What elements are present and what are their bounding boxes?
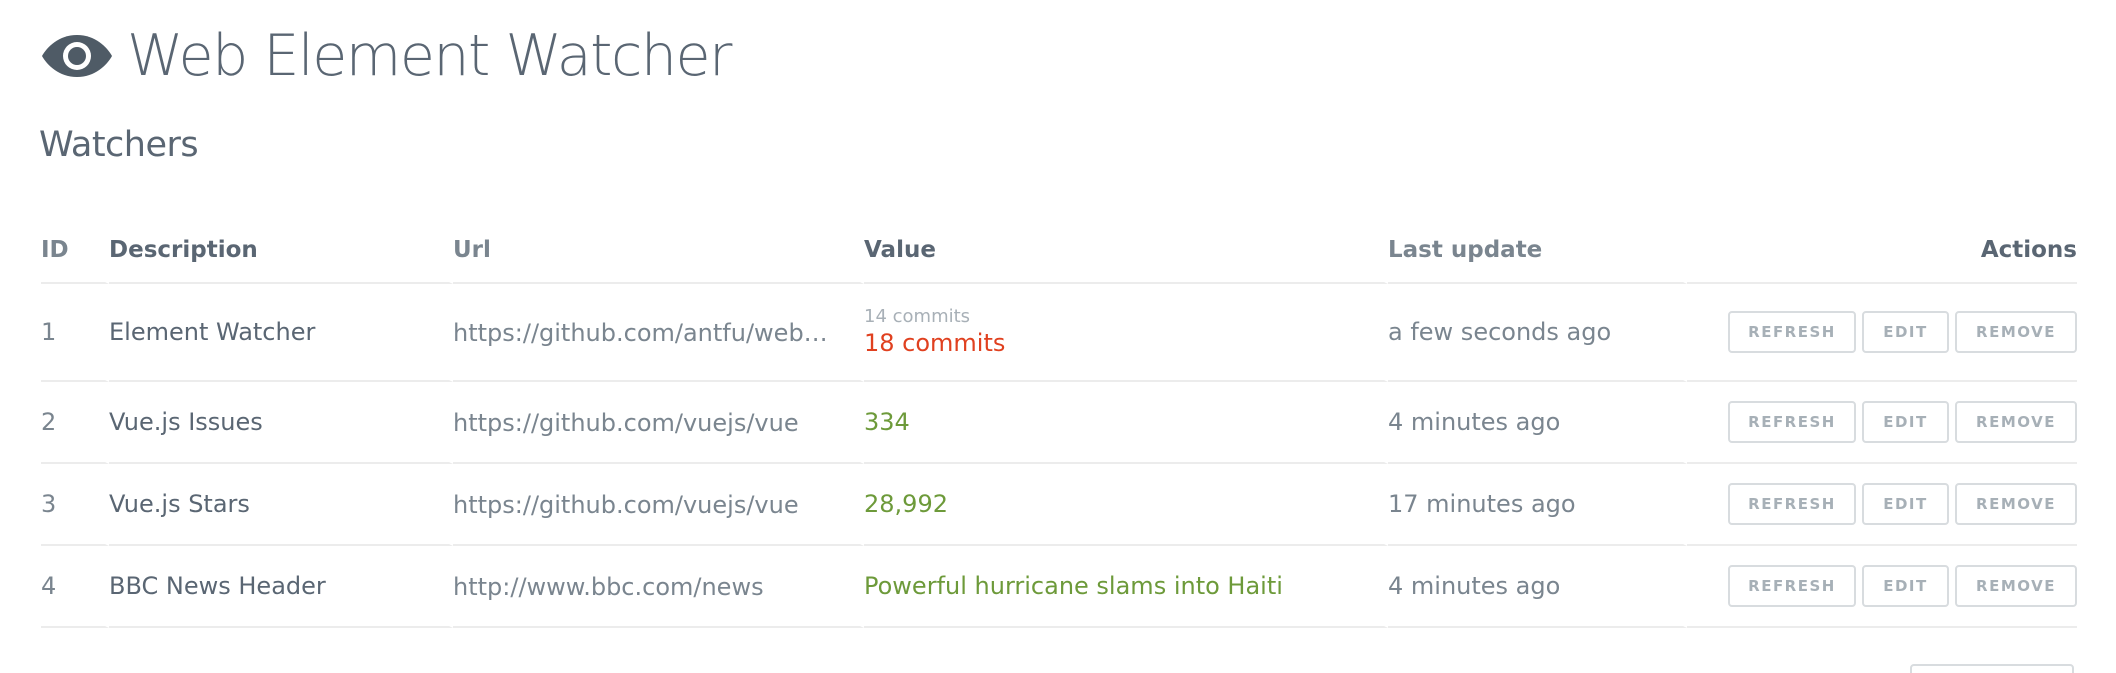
header-actions: Actions: [1687, 218, 2077, 284]
row-value-cell: Powerful hurricane slams into Haiti: [864, 546, 1388, 628]
row-url-cell: https://github.com/vuejs/vue: [453, 382, 864, 464]
table-row: 4 BBC News Header http://www.bbc.com/new…: [41, 546, 2077, 628]
edit-button[interactable]: EDIT: [1862, 483, 1949, 525]
row-value: Powerful hurricane slams into Haiti: [864, 572, 1283, 600]
page: Web Element Watcher Watchers ID Descript…: [0, 0, 2116, 673]
header-value: Value: [864, 218, 1388, 284]
row-description: Vue.js Stars: [109, 490, 250, 518]
header-description: Description: [109, 218, 453, 284]
remove-button[interactable]: REMOVE: [1955, 401, 2077, 443]
header-url: Url: [453, 218, 864, 284]
row-id: 1: [41, 284, 109, 382]
watchers-table: ID Description Url Value Last update Act…: [41, 218, 2077, 628]
row-description-cell: Element Watcher: [109, 284, 453, 382]
row-url-cell: https://github.com/antfu/web-element-wat…: [453, 284, 864, 382]
row-old-value: 14 commits: [864, 306, 971, 327]
edit-button[interactable]: EDIT: [1862, 565, 1949, 607]
table-row: 2 Vue.js Issues https://github.com/vuejs…: [41, 382, 2077, 464]
row-actions: REFRESH EDIT REMOVE: [1687, 284, 2077, 382]
table-row: 3 Vue.js Stars https://github.com/vuejs/…: [41, 464, 2077, 546]
eye-icon: [42, 35, 112, 77]
remove-button[interactable]: REMOVE: [1955, 483, 2077, 525]
app-header: Web Element Watcher: [41, 18, 732, 94]
row-description-cell: BBC News Header: [109, 546, 453, 628]
refresh-button[interactable]: REFRESH: [1728, 483, 1856, 525]
row-new-value: 18 commits: [864, 329, 1006, 357]
row-actions: REFRESH EDIT REMOVE: [1687, 382, 2077, 464]
row-id: 4: [41, 546, 109, 628]
row-value-cell: 334: [864, 382, 1388, 464]
header-id: ID: [41, 218, 109, 284]
row-url: https://github.com/vuejs/vue: [453, 490, 799, 519]
row-last-update: 17 minutes ago: [1388, 464, 1687, 546]
edit-button[interactable]: EDIT: [1862, 311, 1949, 353]
table-row: 1 Element Watcher https://github.com/ant…: [41, 284, 2077, 382]
row-url: http://www.bbc.com/news: [453, 572, 764, 601]
edit-button[interactable]: EDIT: [1862, 401, 1949, 443]
row-actions: REFRESH EDIT REMOVE: [1687, 546, 2077, 628]
row-actions: REFRESH EDIT REMOVE: [1687, 464, 2077, 546]
table-header-row: ID Description Url Value Last update Act…: [41, 218, 2077, 284]
row-value-cell: 14 commits 18 commits: [864, 284, 1388, 382]
row-last-update: a few seconds ago: [1388, 284, 1687, 382]
row-id: 3: [41, 464, 109, 546]
refresh-button[interactable]: REFRESH: [1728, 565, 1856, 607]
row-value: 334: [864, 408, 910, 436]
refresh-button[interactable]: REFRESH: [1728, 401, 1856, 443]
refresh-button[interactable]: REFRESH: [1728, 311, 1856, 353]
row-url: https://github.com/vuejs/vue: [453, 408, 799, 437]
row-description: Element Watcher: [109, 318, 316, 346]
row-url-cell: http://www.bbc.com/news: [453, 546, 864, 628]
remove-button[interactable]: REMOVE: [1955, 565, 2077, 607]
app-title: Web Element Watcher: [127, 22, 732, 89]
section-title: Watchers: [39, 125, 199, 165]
remove-button[interactable]: REMOVE: [1955, 311, 2077, 353]
row-value: 28,992: [864, 490, 948, 518]
add-watcher-button[interactable]: [1910, 664, 2074, 673]
row-description: BBC News Header: [109, 572, 326, 600]
row-last-update: 4 minutes ago: [1388, 382, 1687, 464]
row-description: Vue.js Issues: [109, 408, 263, 436]
row-description-cell: Vue.js Stars: [109, 464, 453, 546]
row-value-cell: 28,992: [864, 464, 1388, 546]
row-id: 2: [41, 382, 109, 464]
row-last-update: 4 minutes ago: [1388, 546, 1687, 628]
header-last-update: Last update: [1388, 218, 1687, 284]
row-url: https://github.com/antfu/web-element-wat…: [453, 318, 829, 347]
row-url-cell: https://github.com/vuejs/vue: [453, 464, 864, 546]
row-description-cell: Vue.js Issues: [109, 382, 453, 464]
